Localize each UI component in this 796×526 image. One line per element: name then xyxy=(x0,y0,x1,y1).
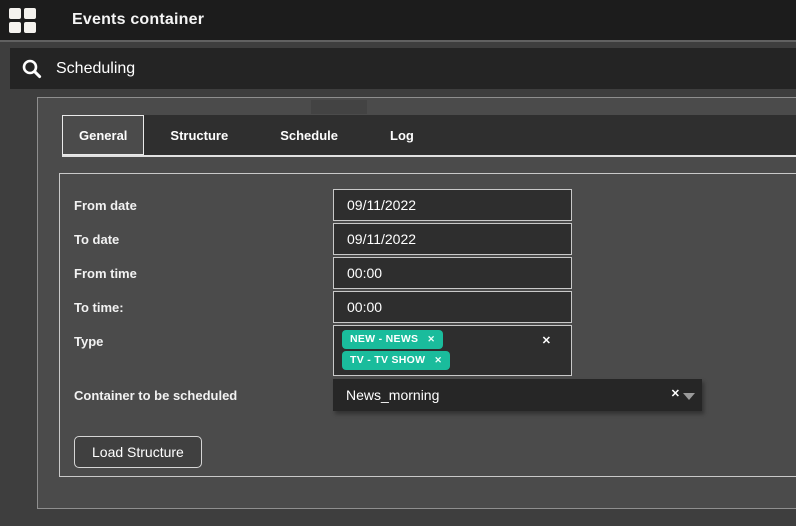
to-date-input[interactable] xyxy=(333,223,572,255)
chip-remove-icon[interactable]: ✕ xyxy=(434,355,442,366)
tab-strip-shadow xyxy=(311,100,367,114)
form-row-from-time: From time xyxy=(74,257,796,289)
search-value: Scheduling xyxy=(56,60,135,78)
to-time-label: To time: xyxy=(74,291,333,323)
general-form: From date To date From time To time: Typ… xyxy=(59,173,796,477)
grid-square xyxy=(9,22,21,33)
from-date-label: From date xyxy=(74,189,333,221)
search-section: Scheduling xyxy=(0,40,796,97)
scheduling-panel: General Structure Schedule Log From date… xyxy=(37,97,796,509)
chip-remove-icon[interactable]: ✕ xyxy=(427,334,435,345)
container-value: News_morning xyxy=(346,387,439,403)
container-clear-icon[interactable]: ✕ xyxy=(671,389,680,400)
from-date-input[interactable] xyxy=(333,189,572,221)
tab-schedule[interactable]: Schedule xyxy=(254,115,364,155)
form-row-from-date: From date xyxy=(74,189,796,221)
tab-structure[interactable]: Structure xyxy=(144,115,254,155)
type-chip-tvshow: TV - TV SHOW ✕ xyxy=(342,351,450,370)
tab-general[interactable]: General xyxy=(62,115,144,155)
form-row-to-time: To time: xyxy=(74,291,796,323)
type-label: Type xyxy=(74,325,333,376)
chevron-down-icon[interactable] xyxy=(683,393,695,400)
from-time-label: From time xyxy=(74,257,333,289)
tab-log[interactable]: Log xyxy=(364,115,440,155)
app-topbar: Events container xyxy=(0,0,796,40)
form-row-to-date: To date xyxy=(74,223,796,255)
search-input[interactable]: Scheduling xyxy=(10,48,796,89)
tab-label: Schedule xyxy=(280,128,338,143)
tab-strip: General Structure Schedule Log xyxy=(62,115,796,157)
tab-label: General xyxy=(79,128,127,143)
grid-square xyxy=(24,22,36,33)
chip-label: TV - TV SHOW xyxy=(350,354,425,366)
form-row-container: Container to be scheduled News_morning ✕ xyxy=(74,379,796,411)
type-chip-news: NEW - NEWS ✕ xyxy=(342,330,443,349)
page-title: Events container xyxy=(72,11,204,29)
container-select[interactable]: News_morning ✕ xyxy=(333,379,702,411)
type-clear-icon[interactable]: ✕ xyxy=(542,336,551,347)
grid-square xyxy=(9,8,21,19)
chip-label: NEW - NEWS xyxy=(350,333,418,345)
form-row-type: Type NEW - NEWS ✕ TV - TV SHOW ✕ ✕ xyxy=(74,325,796,376)
container-label: Container to be scheduled xyxy=(74,379,333,411)
from-time-input[interactable] xyxy=(333,257,572,289)
tab-label: Log xyxy=(390,128,414,143)
search-icon xyxy=(21,58,43,80)
type-multiselect[interactable]: NEW - NEWS ✕ TV - TV SHOW ✕ ✕ xyxy=(333,325,572,376)
load-structure-button[interactable]: Load Structure xyxy=(74,436,202,468)
tab-label: Structure xyxy=(170,128,228,143)
apps-grid-icon[interactable] xyxy=(9,8,36,33)
to-date-label: To date xyxy=(74,223,333,255)
grid-square xyxy=(24,8,36,19)
to-time-input[interactable] xyxy=(333,291,572,323)
